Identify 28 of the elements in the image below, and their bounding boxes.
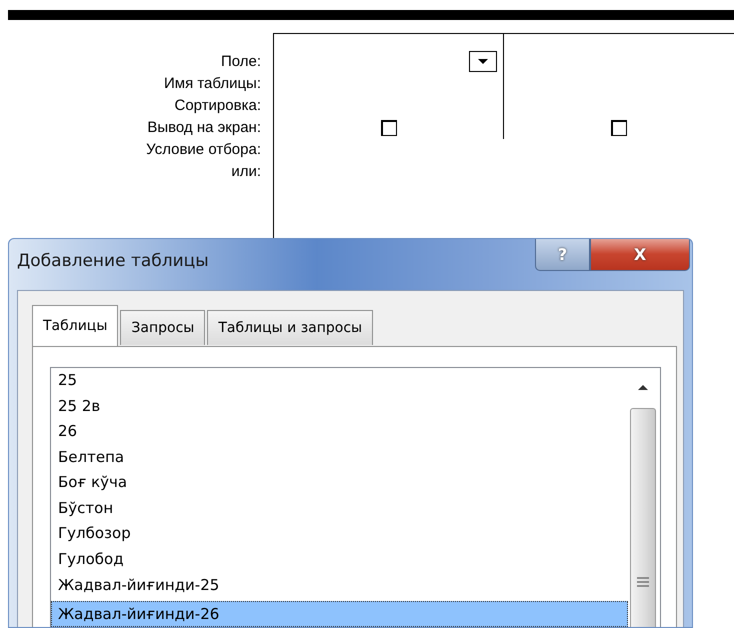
tab[interactable]: Запросы [120,310,206,345]
list-item[interactable]: 25 [51,371,628,397]
grip-icon [637,577,649,587]
checkbox[interactable] [611,120,627,136]
list-item[interactable]: Бўстон [51,498,628,524]
dropdown-button[interactable] [469,51,497,72]
row-label: Сортировка: [174,96,261,116]
list-item[interactable]: 25 2в [51,396,628,422]
list-item[interactable]: Гулбозор [51,524,628,550]
tab[interactable]: Таблицы [32,305,118,346]
scrollbar-thumb[interactable] [630,408,656,627]
dialog-title: Добавление таблицы [17,251,209,271]
list-item[interactable]: Жадвал-йиғинди-26 [51,601,628,627]
list-item[interactable]: Белтепа [51,448,628,474]
list-item[interactable]: Боғ кўча [51,473,628,499]
list-item[interactable]: Гулобод [51,550,628,576]
row-label: или: [231,162,261,182]
tab[interactable]: Таблицы и запросы [207,310,374,345]
row-label: Имя таблицы: [164,74,261,94]
list-item[interactable]: Жадвал-йиғинди-25 [51,576,628,602]
checkbox[interactable] [380,120,396,136]
row-label: Вывод на экран: [147,118,261,138]
close-button[interactable]: X [590,239,690,271]
row-label: Поле: [220,52,261,72]
row-label: Условие отбора: [146,140,261,160]
caret-icon [478,59,488,64]
table-list[interactable]: 25 25 2в 26 Белтепа Боғ кўча Бўстон Гулбозор Гулобод Жадвал-йиғинди-25 Жадвал-йиғинди-26 [50,367,661,627]
list-item[interactable]: 26 [51,422,628,448]
